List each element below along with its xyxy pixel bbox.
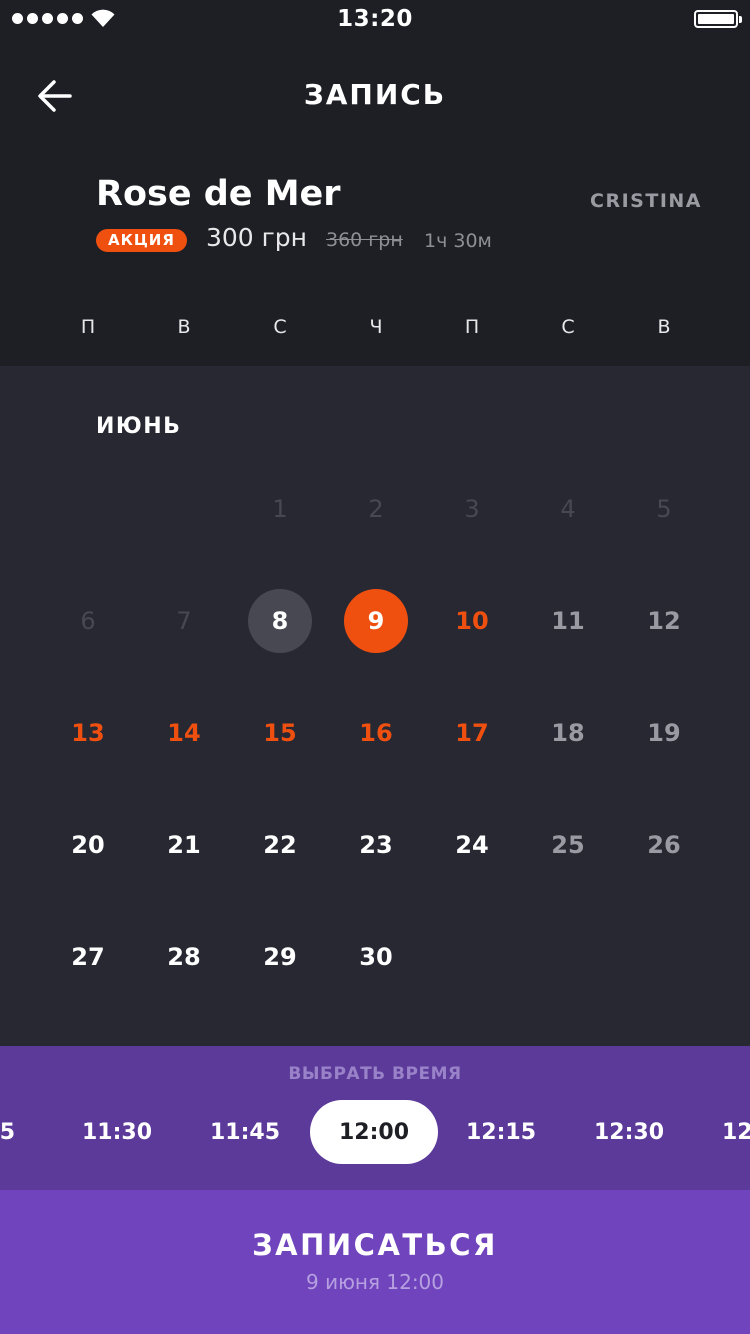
calendar-day[interactable]: 21 [152, 813, 216, 877]
calendar-day[interactable]: 20 [56, 813, 120, 877]
time-picker-label: ВЫБРАТЬ ВРЕМЯ [288, 1064, 462, 1084]
calendar-day[interactable]: 12 [632, 589, 696, 653]
booking-screen: 13:20 ЗАПИСЬ Rose de Mer CRISTINA АКЦИЯ … [0, 0, 750, 1334]
time-slot[interactable]: 12:30 [565, 1100, 693, 1164]
calendar: ИЮНЬ 1 2 3 4 5 6 7 8 9 10 11 12 13 14 15 16 17 18 19 20 21 22… [0, 366, 750, 1046]
page-title: ЗАПИСЬ [303, 78, 447, 111]
calendar-day[interactable]: 18 [536, 701, 600, 765]
time-slot[interactable]: 12:45 [693, 1100, 750, 1164]
calendar-day[interactable]: 16 [344, 701, 408, 765]
calendar-day: 7 [176, 607, 192, 635]
calendar-day[interactable]: 30 [344, 925, 408, 989]
status-time: 13:20 [337, 6, 413, 32]
calendar-day[interactable]: 19 [632, 701, 696, 765]
time-slot[interactable]: 11:30 [53, 1100, 181, 1164]
calendar-day[interactable]: 10 [440, 589, 504, 653]
price: 300 грн [206, 223, 308, 252]
calendar-day[interactable]: 11 [536, 589, 600, 653]
calendar-day[interactable]: 25 [536, 813, 600, 877]
weekday-label: С [273, 316, 287, 338]
header: ЗАПИСЬ Rose de Mer CRISTINA АКЦИЯ 300 гр… [0, 40, 750, 366]
calendar-day[interactable]: 23 [344, 813, 408, 877]
submit-button[interactable]: ЗАПИСАТЬСЯ 9 июня 12:00 [0, 1190, 750, 1334]
time-slot[interactable]: 11:15 [0, 1100, 44, 1164]
weekday-label: В [177, 316, 191, 338]
calendar-day: 2 [368, 495, 384, 523]
calendar-day[interactable]: 26 [632, 813, 696, 877]
service-name: Rose de Mer [96, 174, 341, 214]
calendar-day: 1 [272, 495, 288, 523]
calendar-day[interactable]: 13 [56, 701, 120, 765]
calendar-day[interactable]: 27 [56, 925, 120, 989]
month-label: ИЮНЬ [96, 414, 182, 439]
weekday-label: В [657, 316, 671, 338]
time-slot[interactable]: 12:15 [437, 1100, 565, 1164]
duration: 1ч 30м [424, 230, 492, 252]
weekday-label: Ч [369, 316, 383, 338]
master-name[interactable]: CRISTINA [590, 190, 702, 212]
battery-icon [694, 10, 742, 28]
calendar-day[interactable]: 15 [248, 701, 312, 765]
time-slot[interactable]: 11:45 [181, 1100, 309, 1164]
promo-badge: АКЦИЯ [96, 229, 187, 252]
submit-label: ЗАПИСАТЬСЯ [252, 1228, 498, 1262]
calendar-day[interactable]: 22 [248, 813, 312, 877]
calendar-day[interactable]: 28 [152, 925, 216, 989]
calendar-day[interactable]: 14 [152, 701, 216, 765]
time-picker[interactable]: ВЫБРАТЬ ВРЕМЯ 11:1511:3011:4512:0012:151… [0, 1046, 750, 1190]
calendar-day[interactable]: 17 [440, 701, 504, 765]
calendar-day[interactable]: 29 [248, 925, 312, 989]
time-slot-selected[interactable]: 12:00 [310, 1100, 438, 1164]
weekday-label: С [561, 316, 575, 338]
submit-datetime: 9 июня 12:00 [305, 1270, 445, 1294]
calendar-day-selected[interactable]: 9 [344, 589, 408, 653]
old-price: 360 грн [326, 229, 403, 251]
calendar-day: 3 [464, 495, 480, 523]
status-bar: 13:20 [0, 0, 750, 40]
calendar-day[interactable]: 24 [440, 813, 504, 877]
calendar-day: 4 [560, 495, 576, 523]
calendar-day[interactable]: 8 [248, 589, 312, 653]
weekday-label: П [80, 316, 96, 338]
calendar-day: 6 [80, 607, 96, 635]
weekday-label: П [464, 316, 480, 338]
calendar-day: 5 [656, 495, 672, 523]
